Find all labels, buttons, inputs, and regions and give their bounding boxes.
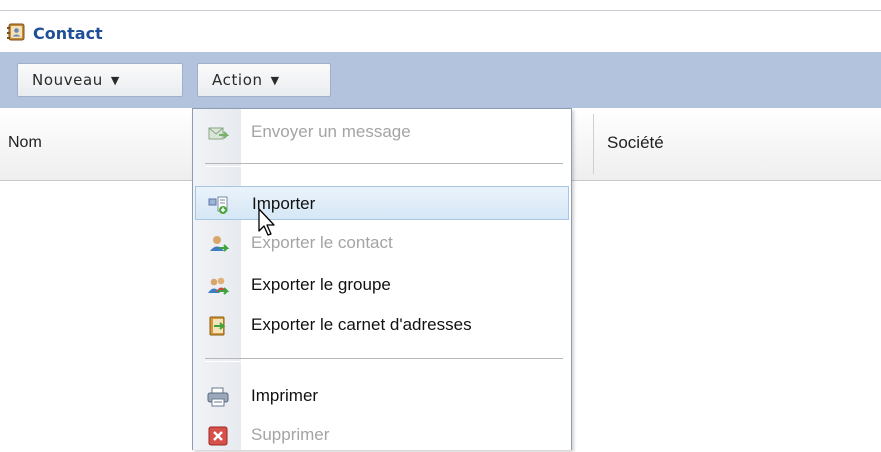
export-group-icon <box>208 277 229 295</box>
column-header-nom[interactable]: Nom <box>8 134 42 152</box>
menu-separator <box>205 358 563 362</box>
menu-item-supprimer[interactable]: Supprimer <box>195 418 569 452</box>
menu-item-exporter-groupe[interactable]: Exporter le groupe <box>195 268 569 302</box>
column-divider[interactable] <box>593 114 594 174</box>
menu-item-label: Exporter le groupe <box>251 275 391 294</box>
chevron-down-icon: ▼ <box>270 74 280 87</box>
nouveau-button-label: Nouveau <box>32 71 103 89</box>
menu-item-label: Supprimer <box>251 425 330 444</box>
menu-separator <box>205 163 563 167</box>
menu-item-label: Importer <box>252 194 316 213</box>
delete-icon <box>208 426 228 446</box>
menu-item-label: Imprimer <box>251 386 319 405</box>
chevron-down-icon: ▼ <box>110 74 120 87</box>
app-header: Contact <box>0 10 881 52</box>
import-icon <box>208 196 228 214</box>
menu-item-label: Envoyer un message <box>251 122 411 141</box>
export-addressbook-icon <box>209 316 226 336</box>
menu-item-importer[interactable]: Importer <box>195 186 569 220</box>
action-dropdown-menu: Envoyer un message Importer Exporter le … <box>192 108 572 450</box>
menu-item-label: Exporter le contact <box>251 233 393 252</box>
column-header-societe[interactable]: Société <box>607 133 664 153</box>
printer-icon <box>207 387 229 407</box>
page-title: Contact <box>33 24 103 43</box>
menu-item-label: Exporter le carnet d'adresses <box>251 315 472 334</box>
menu-item-imprimer[interactable]: Imprimer <box>195 379 569 413</box>
toolbar: Nouveau ▼ Action ▼ <box>0 52 881 108</box>
menu-item-envoyer-message[interactable]: Envoyer un message <box>195 115 569 149</box>
action-button[interactable]: Action ▼ <box>197 63 331 97</box>
action-button-label: Action <box>212 71 263 89</box>
menu-item-exporter-carnet[interactable]: Exporter le carnet d'adresses <box>195 308 569 342</box>
export-contact-icon <box>210 236 229 252</box>
menu-item-exporter-contact[interactable]: Exporter le contact <box>195 226 569 260</box>
address-book-icon <box>7 23 25 41</box>
send-message-icon <box>208 127 229 140</box>
nouveau-button[interactable]: Nouveau ▼ <box>17 63 183 97</box>
